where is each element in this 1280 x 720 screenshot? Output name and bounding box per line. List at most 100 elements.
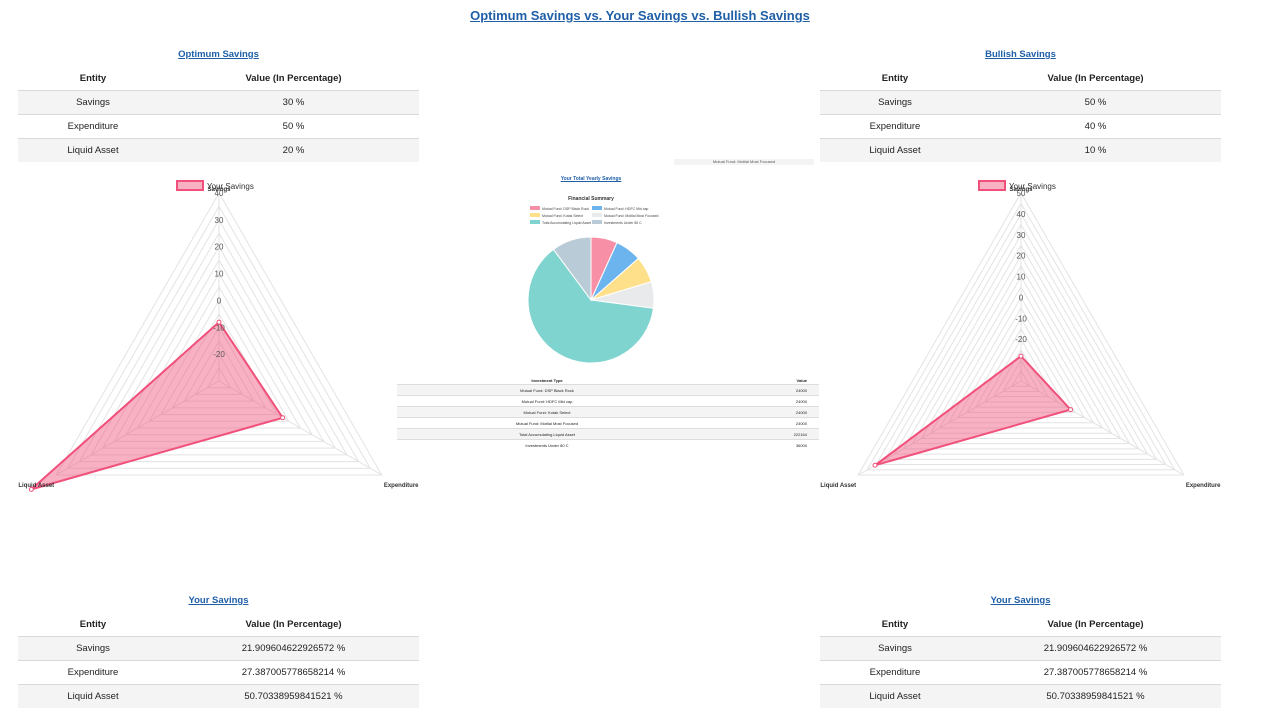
radar-tick-label: 40 — [1017, 210, 1026, 219]
header-entity: Entity — [881, 618, 909, 630]
cell-entity: Savings — [820, 90, 970, 115]
cell-value: 50 % — [970, 90, 1221, 115]
table-row: Expenditure 50 % — [18, 114, 419, 139]
inv-cell-type: Mutual Fund: Kotak Select — [397, 406, 697, 418]
radar-tick-label: 20 — [215, 243, 224, 252]
table-row: Expenditure 40 % — [820, 114, 1221, 139]
legend-label: Mutual Fund: HDFC Mid cap — [604, 207, 648, 211]
radar-tick-label: 30 — [1017, 231, 1026, 240]
inv-cell-type: Mutual Fund: HDFC Mid cap — [397, 395, 697, 407]
table-row: Savings 30 % — [18, 90, 419, 115]
radar-tick-label: -20 — [1015, 335, 1027, 344]
cell-entity: Liquid Asset — [820, 138, 970, 162]
cell-entity: Expenditure — [820, 660, 970, 685]
radar-tick-label: 0 — [1019, 293, 1024, 302]
cell-value: 10 % — [970, 138, 1221, 162]
radar-tick-label: -10 — [1015, 314, 1027, 323]
center-title-link[interactable]: Your Total Yearly Savings — [561, 176, 622, 182]
table-row: Mutual Fund: Motilal Most Focused 24000 — [397, 417, 819, 429]
inv-header-value: Value — [796, 377, 807, 383]
pie-chart: Financial Summary Mutual Fund: DSP Black … — [527, 196, 659, 364]
radar-tick-label: 20 — [1017, 252, 1026, 261]
your-savings-right-link[interactable]: Your Savings — [990, 595, 1050, 606]
inv-cell-value: 24000 — [697, 417, 819, 429]
inv-cell-type: Mutual Fund: DSP Black Rock — [397, 384, 697, 396]
header-entity: Entity — [79, 618, 107, 630]
radar-tick-label: 0 — [217, 296, 222, 305]
optimum-table: Entity Value (In Percentage) Savings 30 %… — [18, 66, 419, 162]
legend-label: Mutual Fund: Kotak Select — [542, 214, 583, 218]
table-row: Expenditure 27.387005778658214 % — [820, 660, 1221, 685]
legend-label: Mutual Fund: Motilal Most Focused — [604, 214, 659, 218]
table-row: Expenditure 27.387005778658214 % — [18, 660, 419, 685]
cell-entity: Expenditure — [18, 114, 168, 139]
your-savings-left-link[interactable]: Your Savings — [188, 595, 248, 606]
table-row: Mutual Fund: HDFC Mid cap 24000 — [397, 395, 819, 407]
radar-tick-label: 10 — [1017, 273, 1026, 282]
bullish-title-link[interactable]: Bullish Savings — [985, 49, 1056, 60]
your-savings-left-title: Your Savings — [18, 595, 419, 606]
inv-header-type: Investment Type — [531, 377, 563, 383]
cell-entity: Liquid Asset — [18, 138, 168, 162]
cell-value: 50.70338959841521 % — [970, 684, 1221, 708]
inv-cell-type: Mutual Fund: Motilal Most Focused — [397, 417, 697, 429]
center-title: Your Total Yearly Savings — [397, 176, 785, 182]
pie-title: Financial Summary — [568, 196, 614, 202]
your-savings-right-title: Your Savings — [820, 595, 1221, 606]
header-value: Value (In Percentage) — [1047, 72, 1144, 84]
cell-entity: Expenditure — [18, 660, 168, 685]
radar-point — [872, 462, 878, 468]
radar-axis-label: Liquid Asset — [820, 483, 856, 489]
radar-axis-label: Liquid Asset — [18, 483, 54, 489]
legend-label: Total Accumulating Liquid Asset — [542, 221, 591, 225]
bullish-title: Bullish Savings — [820, 49, 1221, 60]
header-value: Value (In Percentage) — [245, 618, 342, 630]
inv-cell-type: Total Accumulating Liquid Asset — [397, 428, 697, 440]
investment-table: Investment Type Value Mutual Fund: DSP B… — [397, 376, 819, 450]
cell-value: 50.70338959841521 % — [168, 684, 419, 708]
table-row: Liquid Asset 20 % — [18, 138, 419, 162]
radar-axis-label: Expenditure — [1186, 483, 1221, 489]
radar-chart-left: 403020100-10-20SavingsExpenditureLiquid … — [18, 180, 419, 492]
radar-point — [280, 415, 286, 421]
legend-swatch — [592, 206, 602, 210]
your-savings-left-table: Entity Value (In Percentage) Savings 21.9… — [18, 612, 419, 708]
radar-tick-label: 10 — [215, 270, 224, 279]
table-row: Liquid Asset 10 % — [820, 138, 1221, 162]
page-title-link[interactable]: Optimum Savings vs. Your Savings vs. Bul… — [470, 8, 810, 23]
table-row: Savings 21.909604622926572 % — [18, 636, 419, 661]
inv-cell-value: 222164 — [697, 428, 819, 440]
radar-series-area — [30, 320, 285, 491]
cell-value: 27.387005778658214 % — [970, 660, 1221, 685]
inv-cell-type: Investments Under 80 C — [397, 439, 697, 450]
inv-cell-value: 24000 — [697, 406, 819, 418]
table-row: Total Accumulating Liquid Asset 222164 — [397, 428, 819, 440]
legend-swatch — [530, 213, 540, 217]
inv-cell-value: 24000 — [697, 384, 819, 396]
cell-entity: Liquid Asset — [18, 684, 168, 708]
legend-label: Mutual Fund: DSP Black Rock — [542, 207, 589, 211]
radar-tick-label: -20 — [213, 350, 225, 359]
inv-cell-value: 36000 — [697, 439, 819, 450]
table-row: Mutual Fund: Kotak Select 24000 — [397, 406, 819, 418]
optimum-title-link[interactable]: Optimum Savings — [178, 49, 259, 60]
cell-value: 40 % — [970, 114, 1221, 139]
table-row: Liquid Asset 50.70338959841521 % — [18, 684, 419, 708]
page-title: Optimum Savings vs. Your Savings vs. Bul… — [0, 8, 1280, 23]
legend-label: Investments Under 80 C — [604, 221, 642, 225]
legend-swatch — [978, 180, 1006, 191]
header-entity: Entity — [881, 72, 909, 84]
hidden-row-strip: Mutual Fund: Motilal Most Focused — [674, 159, 814, 165]
table-row: Mutual Fund: DSP Black Rock 24000 — [397, 384, 819, 396]
cell-entity: Savings — [18, 636, 168, 661]
cell-entity: Liquid Asset — [820, 684, 970, 708]
cell-value: 50 % — [168, 114, 419, 139]
your-savings-right-table: Entity Value (In Percentage) Savings 21.9… — [820, 612, 1221, 708]
cell-value: 20 % — [168, 138, 419, 162]
inv-cell-value: 24000 — [697, 395, 819, 407]
radar-tick-label: -10 — [213, 323, 225, 332]
table-row: Savings 21.909604622926572 % — [820, 636, 1221, 661]
cell-value: 21.909604622926572 % — [970, 636, 1221, 661]
legend-swatch — [530, 220, 540, 224]
legend-swatch — [176, 180, 204, 191]
